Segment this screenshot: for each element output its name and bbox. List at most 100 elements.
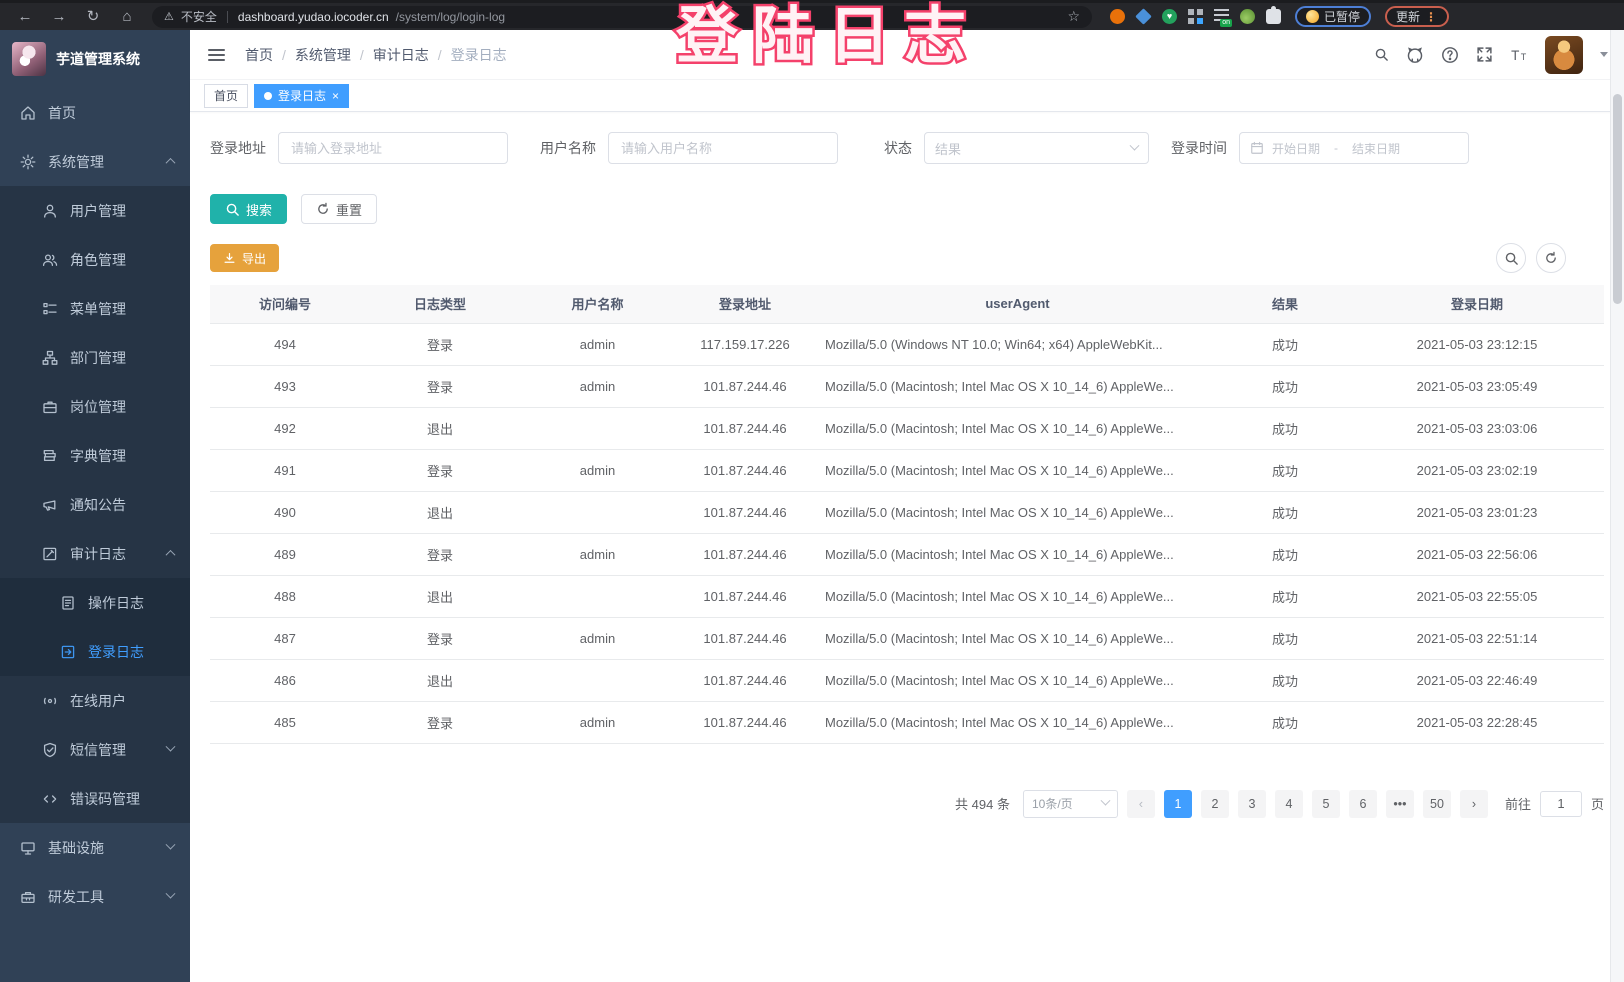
page-button-•••[interactable]: ••• [1386, 790, 1414, 818]
paused-badge-label: 已暂停 [1324, 8, 1360, 25]
prev-page-button[interactable]: ‹ [1127, 790, 1155, 818]
breadcrumb-separator: / [282, 47, 286, 63]
orange-extension-icon[interactable] [1110, 9, 1125, 24]
main-area: 首页/系统管理/审计日志/登录日志 TT 首页登录日志× 登录地址 用户名称 状… [190, 30, 1624, 982]
export-button[interactable]: 导出 [210, 244, 279, 272]
refresh-table-button[interactable] [1536, 243, 1566, 273]
tabs-on-extension-icon[interactable]: on [1214, 9, 1229, 24]
app-title: 芋道管理系统 [56, 49, 140, 69]
paused-badge[interactable]: 已暂停 [1295, 6, 1371, 27]
breadcrumb-item[interactable]: 登录日志 [451, 45, 507, 65]
page-button-4[interactable]: 4 [1275, 790, 1303, 818]
username-input[interactable] [608, 132, 838, 164]
page-button-5[interactable]: 5 [1312, 790, 1340, 818]
code-icon [42, 791, 58, 807]
sidebar-item-字典管理[interactable]: 字典管理 [0, 431, 190, 480]
help-icon[interactable] [1441, 46, 1459, 64]
hamburger-icon[interactable] [206, 45, 227, 65]
logo[interactable]: 芋道管理系统 [0, 30, 190, 88]
tree-icon [42, 350, 58, 366]
sidebar-item-角色管理[interactable]: 角色管理 [0, 235, 190, 284]
browser-forward-icon[interactable]: → [44, 3, 74, 30]
github-icon[interactable] [1406, 46, 1424, 64]
table-cell: 成功 [1220, 575, 1350, 617]
user-avatar[interactable] [1545, 36, 1583, 74]
page-button-3[interactable]: 3 [1238, 790, 1266, 818]
close-icon[interactable]: × [332, 90, 339, 102]
sidebar-item-短信管理[interactable]: 短信管理 [0, 725, 190, 774]
sidebar-item-在线用户[interactable]: 在线用户 [0, 676, 190, 725]
sidebar-item-系统管理[interactable]: 系统管理 [0, 137, 190, 186]
page-button-1[interactable]: 1 [1164, 790, 1192, 818]
breadcrumb-separator: / [438, 47, 442, 63]
table-cell: 2021-05-03 22:28:45 [1350, 701, 1604, 743]
sidebar-item-菜单管理[interactable]: 菜单管理 [0, 284, 190, 333]
sidebar-item-错误码管理[interactable]: 错误码管理 [0, 774, 190, 823]
sidebar-item-操作日志[interactable]: 操作日志 [0, 578, 190, 627]
browser-scrollbar[interactable] [1610, 30, 1624, 982]
sidebar-item-label: 首页 [48, 103, 76, 123]
pagination: 共 494 条 10条/页 ‹ 123456•••50 › 前往 页 [210, 790, 1604, 838]
table-cell [520, 575, 675, 617]
browser-back-icon[interactable]: ← [10, 3, 40, 30]
sidebar-item-登录日志[interactable]: 登录日志 [0, 627, 190, 676]
date-range-separator: - [1334, 141, 1338, 155]
table-cell: 2021-05-03 23:02:19 [1350, 449, 1604, 491]
avatar-caret-icon[interactable] [1600, 52, 1608, 57]
page-button-50[interactable]: 50 [1423, 790, 1451, 818]
grid-extension-icon[interactable] [1188, 9, 1203, 24]
page-button-2[interactable]: 2 [1201, 790, 1229, 818]
blue-gem-extension-icon[interactable] [1136, 9, 1151, 24]
sidebar-item-通知公告[interactable]: 通知公告 [0, 480, 190, 529]
sidebar-item-研发工具[interactable]: 研发工具 [0, 872, 190, 921]
breadcrumb-item[interactable]: 系统管理 [295, 45, 351, 65]
page-size-select[interactable]: 10条/页 [1023, 790, 1118, 818]
bookmark-star-icon[interactable]: ☆ [1067, 8, 1080, 25]
table-row: 494登录admin117.159.17.226Mozilla/5.0 (Win… [210, 323, 1604, 365]
browser-reload-icon[interactable]: ↻ [78, 3, 108, 30]
puzzle-extension-icon[interactable] [1266, 9, 1281, 24]
table-cell: 2021-05-03 23:03:06 [1350, 407, 1604, 449]
browser-menu-icon[interactable]: ⋮ [1425, 10, 1438, 24]
search-button[interactable]: 搜索 [210, 194, 287, 224]
sidebar-item-label: 通知公告 [70, 495, 126, 515]
table-cell: 101.87.244.46 [675, 491, 815, 533]
next-page-button[interactable]: › [1460, 790, 1488, 818]
update-button[interactable]: 更新 ⋮ [1385, 6, 1449, 27]
home-icon [20, 105, 36, 121]
table-cell: 489 [210, 533, 360, 575]
green-heart-extension-icon[interactable]: ♥ [1162, 9, 1177, 24]
plant-extension-icon[interactable] [1240, 9, 1255, 24]
sidebar-item-基础设施[interactable]: 基础设施 [0, 823, 190, 872]
status-select[interactable]: 结果 [924, 132, 1149, 164]
table-cell: 2021-05-03 22:51:14 [1350, 617, 1604, 659]
header-search-icon[interactable] [1374, 47, 1389, 62]
reset-button[interactable]: 重置 [301, 194, 377, 224]
table-cell: admin [520, 617, 675, 659]
sidebar-item-用户管理[interactable]: 用户管理 [0, 186, 190, 235]
table-cell: 101.87.244.46 [675, 575, 815, 617]
breadcrumb-item[interactable]: 审计日志 [373, 45, 429, 65]
book-icon [42, 448, 58, 464]
table-cell [520, 659, 675, 701]
tab-登录日志[interactable]: 登录日志× [254, 84, 349, 108]
sidebar-item-审计日志[interactable]: 审计日志 [0, 529, 190, 578]
browser-home-icon[interactable]: ⌂ [112, 3, 142, 30]
goto-page-input[interactable] [1540, 791, 1582, 817]
login-address-input[interactable] [278, 132, 508, 164]
sidebar-item-部门管理[interactable]: 部门管理 [0, 333, 190, 382]
breadcrumb-item[interactable]: 首页 [245, 45, 273, 65]
sidebar-item-首页[interactable]: 首页 [0, 88, 190, 137]
not-secure-label[interactable]: 不安全 [181, 8, 217, 25]
page-button-6[interactable]: 6 [1349, 790, 1377, 818]
login-time-range-picker[interactable]: 开始日期 - 结束日期 [1239, 132, 1469, 164]
scrollbar-thumb[interactable] [1613, 94, 1622, 304]
toggle-search-button[interactable] [1496, 243, 1526, 273]
tab-首页[interactable]: 首页 [204, 84, 248, 108]
sidebar-item-岗位管理[interactable]: 岗位管理 [0, 382, 190, 431]
sidebar: 芋道管理系统 首页系统管理用户管理角色管理菜单管理部门管理岗位管理字典管理通知公… [0, 30, 190, 982]
fullscreen-icon[interactable] [1476, 46, 1493, 63]
table-row: 492退出101.87.244.46Mozilla/5.0 (Macintosh… [210, 407, 1604, 449]
address-bar[interactable]: ⚠ 不安全 dashboard.yudao.iocoder.cn/system/… [152, 6, 1092, 28]
font-size-icon[interactable]: TT [1510, 46, 1528, 64]
